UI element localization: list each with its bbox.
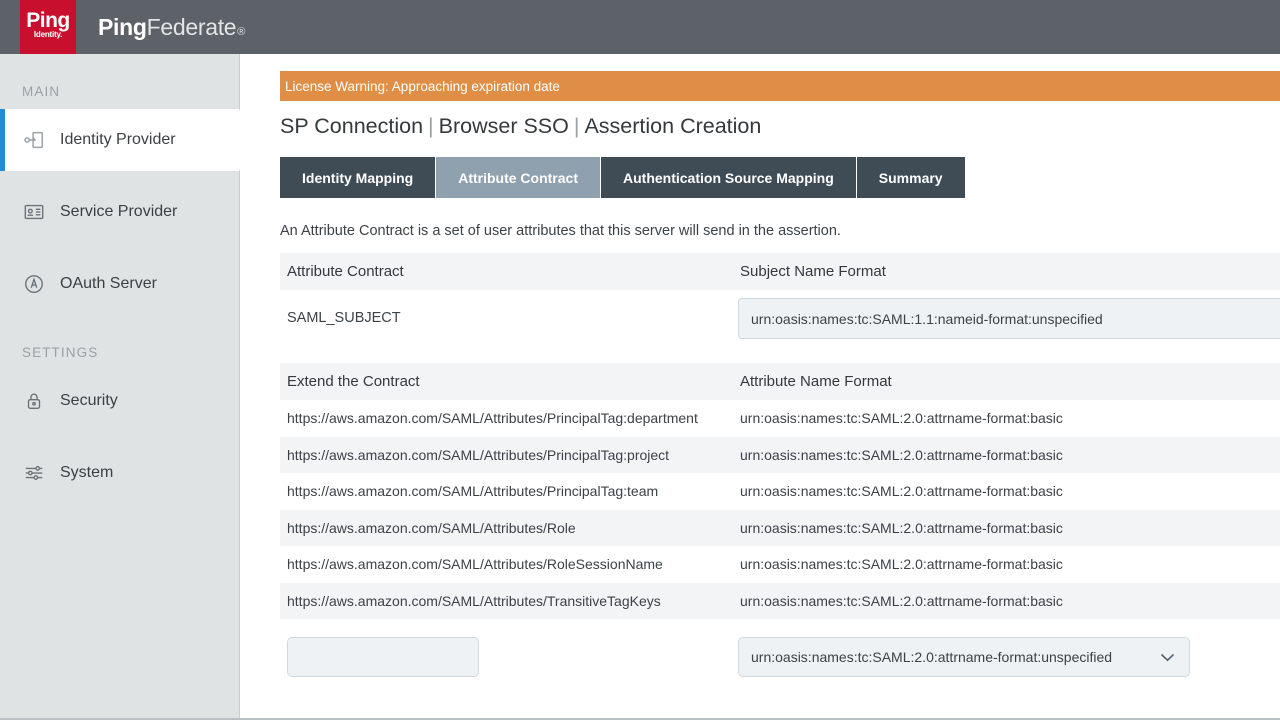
- service-provider-icon: [22, 200, 46, 224]
- sliders-icon: [22, 461, 46, 485]
- new-attribute-input[interactable]: [287, 637, 479, 677]
- attribute-name: https://aws.amazon.com/SAML/Attributes/P…: [287, 446, 670, 463]
- brand-federate-text: Federate: [146, 13, 237, 40]
- breadcrumb-assertion-creation: Assertion Creation: [584, 114, 762, 138]
- tab-summary[interactable]: Summary: [856, 157, 965, 198]
- tab-identity-mapping[interactable]: Identity Mapping: [280, 157, 437, 198]
- attribute-format: urn:oasis:names:tc:SAML:2.0:attrname-for…: [740, 410, 1063, 427]
- sidebar-section-main-label: MAIN: [22, 84, 61, 99]
- lock-icon: [22, 389, 46, 413]
- table-row[interactable]: https://aws.amazon.com/SAML/Attributes/R…: [280, 546, 1280, 583]
- attribute-contract-table-header: Attribute Contract Subject Name Format: [280, 253, 1280, 290]
- sidebar: MAIN Identity Provider Service Provider: [0, 54, 257, 720]
- identity-provider-icon: [22, 128, 46, 152]
- attribute-name: https://aws.amazon.com/SAML/Attributes/P…: [287, 483, 659, 500]
- sidebar-item-identity-provider-label: Identity Provider: [60, 131, 176, 148]
- sidebar-item-identity-provider[interactable]: Identity Provider: [0, 109, 257, 171]
- tab-attribute-contract[interactable]: Attribute Contract: [436, 157, 601, 198]
- extend-contract-table-header: Extend the Contract Attribute Name Forma…: [280, 363, 1280, 400]
- main-content: License Warning: Approaching expiration …: [240, 54, 1280, 720]
- sidebar-item-oauth-server[interactable]: OAuth Server: [0, 253, 239, 315]
- registered-mark: ®: [237, 25, 246, 38]
- table-row[interactable]: https://aws.amazon.com/SAML/Attributes/P…: [280, 473, 1280, 510]
- new-attribute-format-value: urn:oasis:names:tc:SAML:2.0:attrname-for…: [751, 649, 1113, 665]
- attribute-format: urn:oasis:names:tc:SAML:2.0:attrname-for…: [740, 446, 1063, 463]
- table-row[interactable]: https://aws.amazon.com/SAML/Attributes/R…: [280, 509, 1280, 546]
- attribute-name: https://aws.amazon.com/SAML/Attributes/R…: [287, 556, 663, 573]
- table-row[interactable]: https://aws.amazon.com/SAML/Attributes/P…: [280, 400, 1280, 437]
- sidebar-item-service-provider-label: Service Provider: [60, 203, 178, 220]
- app-header: Ping Identity. Ping Federate ®: [0, 0, 1280, 54]
- sidebar-item-oauth-server-label: OAuth Server: [60, 275, 157, 292]
- attribute-format: urn:oasis:names:tc:SAML:2.0:attrname-for…: [740, 592, 1063, 609]
- table-row: SAML_SUBJECT urn:oasis:names:tc:SAML:1.1…: [280, 290, 1280, 346]
- column-header-extend-the-contract: Extend the Contract: [287, 373, 420, 390]
- oauth-server-icon: [22, 272, 46, 296]
- logo-identity-text: Identity.: [33, 30, 63, 39]
- breadcrumb-separator-1: |: [428, 114, 434, 138]
- attribute-format: urn:oasis:names:tc:SAML:2.0:attrname-for…: [740, 556, 1063, 573]
- attribute-contract-table: Attribute Contract Subject Name Format S…: [280, 253, 1280, 346]
- page-title: SP Connection | Browser SSO | Assertion Crea…: [280, 114, 761, 139]
- table-row[interactable]: https://aws.amazon.com/SAML/Attributes/T…: [280, 582, 1280, 619]
- attribute-format: urn:oasis:names:tc:SAML:2.0:attrname-for…: [740, 519, 1063, 536]
- attribute-name: https://aws.amazon.com/SAML/Attributes/P…: [287, 410, 698, 427]
- sidebar-item-service-provider[interactable]: Service Provider: [0, 181, 239, 243]
- chevron-down-icon: [1160, 653, 1175, 662]
- sidebar-section-settings-label: SETTINGS: [22, 345, 99, 360]
- brand-ping-text: Ping: [98, 13, 147, 40]
- column-header-attribute-contract: Attribute Contract: [287, 263, 404, 280]
- new-attribute-format-select[interactable]: urn:oasis:names:tc:SAML:2.0:attrname-for…: [738, 637, 1190, 677]
- sidebar-item-security-label: Security: [60, 392, 118, 409]
- logo-ping-text: Ping: [26, 9, 70, 32]
- sidebar-item-system[interactable]: System: [0, 442, 239, 504]
- sidebar-item-security[interactable]: Security: [0, 370, 239, 432]
- tab-authentication-source-mapping[interactable]: Authentication Source Mapping: [601, 157, 857, 198]
- intro-description: An Attribute Contract is a set of user a…: [280, 223, 841, 239]
- column-header-attribute-name-format: Attribute Name Format: [740, 373, 892, 390]
- sidebar-item-system-label: System: [60, 464, 114, 481]
- extend-contract-table: Extend the Contract Attribute Name Forma…: [280, 363, 1280, 685]
- table-row[interactable]: https://aws.amazon.com/SAML/Attributes/P…: [280, 436, 1280, 473]
- attribute-name: https://aws.amazon.com/SAML/Attributes/R…: [287, 519, 576, 536]
- subject-name-format-value: urn:oasis:names:tc:SAML:1.1:nameid-forma…: [751, 310, 1103, 327]
- attribute-name: https://aws.amazon.com/SAML/Attributes/T…: [287, 592, 661, 609]
- product-brand: Ping Federate ®: [98, 14, 245, 41]
- breadcrumb-separator-2: |: [573, 114, 580, 138]
- breadcrumb-browser-sso: Browser SSO: [438, 114, 569, 138]
- tab-bar: Identity Mapping Attribute Contract Auth…: [280, 157, 965, 198]
- subject-name-format-select[interactable]: urn:oasis:names:tc:SAML:1.1:nameid-forma…: [738, 298, 1280, 339]
- breadcrumb-sp-connection: SP Connection: [280, 114, 424, 138]
- column-header-subject-name-format: Subject Name Format: [740, 263, 886, 280]
- new-attribute-row: urn:oasis:names:tc:SAML:2.0:attrname-for…: [280, 619, 1280, 685]
- attribute-format: urn:oasis:names:tc:SAML:2.0:attrname-for…: [740, 483, 1063, 500]
- ping-identity-logo[interactable]: Ping Identity.: [20, 0, 76, 54]
- license-warning-banner: License Warning: Approaching expiration …: [280, 71, 1280, 101]
- saml-subject-label: SAML_SUBJECT: [287, 310, 401, 326]
